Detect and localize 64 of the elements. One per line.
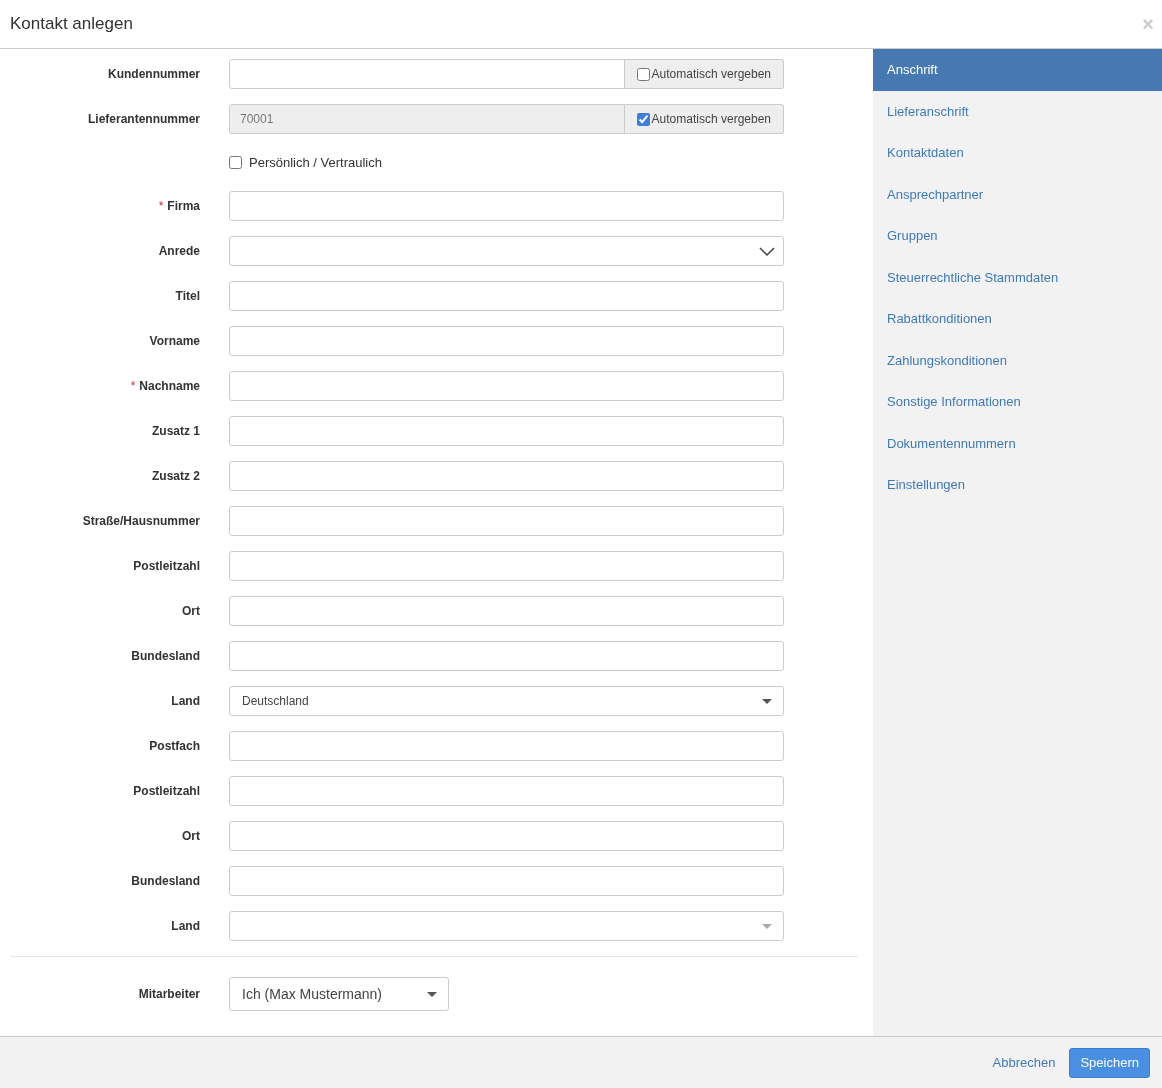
required-asterisk: * bbox=[158, 198, 164, 215]
text-input[interactable] bbox=[229, 326, 784, 356]
field-label: Bundesland bbox=[131, 873, 200, 890]
sidebar-item[interactable]: Gruppen bbox=[873, 215, 1162, 257]
text-input[interactable] bbox=[229, 866, 784, 896]
field-label: Ort bbox=[182, 828, 200, 845]
sidebar-item[interactable]: Lieferanschrift bbox=[873, 90, 1162, 132]
field-label: Lieferantennummer bbox=[87, 111, 200, 128]
dialog-title: Kontakt anlegen bbox=[10, 13, 133, 36]
text-input[interactable] bbox=[229, 371, 784, 401]
field-label: Nachname bbox=[139, 378, 200, 395]
text-input[interactable] bbox=[229, 416, 784, 446]
field-label: Mitarbeiter bbox=[138, 986, 200, 1003]
select-field[interactable] bbox=[229, 911, 784, 941]
sidebar-item[interactable]: Rabattkonditionen bbox=[873, 298, 1162, 340]
field-label: Titel bbox=[175, 288, 200, 305]
field-label: Postleitzahl bbox=[133, 783, 200, 800]
sidebar-item[interactable]: Kontaktdaten bbox=[873, 132, 1162, 174]
sidebar-item[interactable]: Zahlungskonditionen bbox=[873, 339, 1162, 381]
text-input[interactable] bbox=[229, 551, 784, 581]
caret-icon bbox=[762, 923, 772, 929]
field-label: Kundennummer bbox=[108, 66, 200, 83]
text-input[interactable] bbox=[229, 776, 784, 806]
caret-icon bbox=[427, 991, 437, 997]
required-asterisk: * bbox=[130, 378, 136, 395]
select-field[interactable]: Deutschland bbox=[229, 686, 784, 716]
checkbox-label: Automatisch vergeben bbox=[651, 111, 771, 128]
text-input[interactable] bbox=[229, 59, 625, 89]
field-label: Land bbox=[171, 918, 200, 935]
text-input[interactable] bbox=[229, 596, 784, 626]
field-label: Ort bbox=[182, 603, 200, 620]
chevron-down-icon bbox=[759, 246, 775, 256]
caret-icon bbox=[762, 698, 772, 704]
employee-select[interactable]: Ich (Max Mustermann) bbox=[229, 977, 449, 1011]
field-label: Zusatz 2 bbox=[152, 468, 200, 485]
sidebar-item[interactable]: Sonstige Informationen bbox=[873, 381, 1162, 423]
field-label: Land bbox=[171, 693, 200, 710]
text-input[interactable] bbox=[229, 506, 784, 536]
field-label: Zusatz 1 bbox=[152, 423, 200, 440]
cancel-link[interactable]: Abbrechen bbox=[992, 1052, 1056, 1073]
text-input[interactable] bbox=[229, 461, 784, 491]
sidebar-item[interactable]: Steuerrechtliche Stammdaten bbox=[873, 256, 1162, 298]
select-field[interactable] bbox=[229, 236, 784, 266]
checkbox[interactable] bbox=[229, 156, 242, 169]
sidebar-item[interactable]: Anschrift bbox=[873, 49, 1162, 91]
text-input[interactable] bbox=[229, 281, 784, 311]
sidebar-item[interactable]: Dokumentennummern bbox=[873, 422, 1162, 464]
sidebar-item[interactable]: Ansprechpartner bbox=[873, 173, 1162, 215]
text-input[interactable] bbox=[229, 731, 784, 761]
field-label: Firma bbox=[167, 198, 200, 215]
field-label: Anrede bbox=[158, 243, 200, 260]
save-button[interactable]: Speichern bbox=[1069, 1047, 1150, 1078]
text-input[interactable] bbox=[229, 821, 784, 851]
field-label: Postleitzahl bbox=[133, 558, 200, 575]
field-label: Vorname bbox=[149, 333, 200, 350]
checkbox-label: Automatisch vergeben bbox=[651, 66, 771, 83]
field-label: Bundesland bbox=[131, 648, 200, 665]
text-input[interactable] bbox=[229, 641, 784, 671]
text-input[interactable] bbox=[229, 191, 784, 221]
checkbox-label: Persönlich / Vertraulich bbox=[249, 153, 382, 172]
field-label: Postfach bbox=[149, 738, 200, 755]
sidebar-item[interactable]: Einstellungen bbox=[873, 464, 1162, 506]
checkbox[interactable] bbox=[636, 67, 650, 81]
field-label: Straße/Hausnummer bbox=[82, 513, 200, 530]
